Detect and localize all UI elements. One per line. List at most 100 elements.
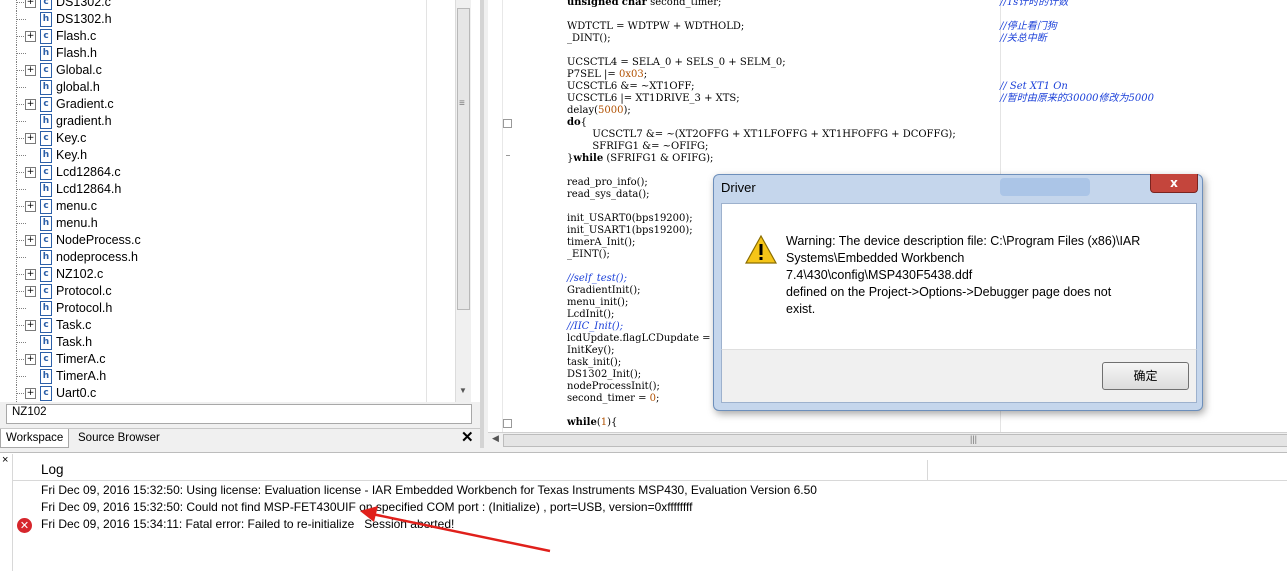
log-entry[interactable]: Fri Dec 09, 2016 15:32:50: Could not fin… (41, 500, 692, 514)
tree-item-label: NodeProcess.c (56, 233, 141, 247)
tree-item-label: menu.c (56, 199, 97, 213)
tree-item-label: TimerA.c (56, 352, 106, 366)
code-line: UCSCTL7 &= ~(XT2OFFG + XT1LFOFFG + XT1HF… (567, 129, 956, 140)
tree-scroll-thumb[interactable] (457, 8, 470, 310)
configuration-box[interactable] (6, 404, 472, 424)
c-file-icon: c (40, 352, 52, 367)
expand-plus-icon[interactable]: + (25, 0, 36, 8)
tree-item[interactable]: + c menu.c (0, 198, 455, 215)
tree-item[interactable]: + c Flash.c (0, 28, 455, 45)
code-comment: //停止看门狗 (1000, 21, 1057, 32)
tree-item[interactable]: h DS1302.h (0, 11, 455, 28)
tree-item[interactable]: + c NodeProcess.c (0, 232, 455, 249)
tree-item[interactable]: + c Lcd12864.c (0, 164, 455, 181)
expand-plus-icon[interactable]: + (25, 320, 36, 331)
code-line: while(1){ (567, 417, 618, 428)
tree-item[interactable]: h Lcd12864.h (0, 181, 455, 198)
tree-item-label: DS1302.h (56, 12, 112, 26)
c-file-icon: c (40, 267, 52, 282)
tree-item[interactable]: + c Gradient.c (0, 96, 455, 113)
expand-plus-icon[interactable]: + (25, 133, 36, 144)
pane-splitter[interactable] (480, 0, 484, 448)
tree-item[interactable]: h Protocol.h (0, 300, 455, 317)
editor-gutter (488, 0, 503, 432)
error-icon: ✕ (17, 518, 32, 533)
code-line: lcdUpdate.flagLCDupdate = (567, 333, 711, 344)
fold-marker-icon[interactable] (503, 119, 512, 128)
log-header[interactable] (13, 460, 1287, 481)
close-icon[interactable]: ✕ (461, 428, 474, 446)
fold-marker-icon[interactable] (503, 419, 512, 428)
tab-source-browser[interactable]: Source Browser (73, 429, 165, 447)
tree-item[interactable]: h Key.h (0, 147, 455, 164)
expand-plus-icon[interactable]: + (25, 235, 36, 246)
tree-item-label: menu.h (56, 216, 98, 230)
tab-workspace[interactable]: Workspace (0, 429, 70, 448)
log-column-separator[interactable] (927, 460, 928, 480)
expand-plus-icon[interactable]: + (25, 201, 36, 212)
scroll-grip-icon: ≡ (459, 98, 465, 109)
code-line: _DINT(); (567, 33, 611, 44)
tree-item[interactable]: + c Task.c (0, 317, 455, 334)
tree-item[interactable]: + c DS1302.c (0, 0, 455, 11)
tree-item[interactable]: + c TimerA.c (0, 351, 455, 368)
workspace-tab-bar (0, 428, 480, 449)
c-file-icon: c (40, 131, 52, 146)
tree-item[interactable]: + c Key.c (0, 130, 455, 147)
tree-item-label: TimerA.h (56, 369, 107, 383)
dialog-message-line: 7.4\430\config\MSP430F5438.ddf (786, 268, 973, 282)
expand-plus-icon[interactable]: + (25, 167, 36, 178)
fold-end-mark (506, 155, 510, 156)
code-comment: // Set XT1 On (1000, 81, 1068, 92)
tree-item-label: Protocol.h (56, 301, 113, 315)
log-entry[interactable]: Fri Dec 09, 2016 15:34:11: Fatal error: … (41, 517, 454, 531)
ok-button[interactable]: 确定 (1102, 362, 1189, 390)
log-left-bar (0, 454, 13, 571)
tree-item[interactable]: h gradient.h (0, 113, 455, 130)
tree-item[interactable]: h global.h (0, 79, 455, 96)
tree-item[interactable]: h Task.h (0, 334, 455, 351)
h-file-icon: h (40, 182, 52, 197)
workspace-file-tree: + c DS1302.c h DS1302.h + c Flash.c h Flash.h + c Gl… (0, 0, 481, 402)
c-file-icon: c (40, 0, 52, 10)
code-comment: //关总中断 (1000, 33, 1047, 44)
log-entry[interactable]: Fri Dec 09, 2016 15:32:50: Using license… (41, 483, 817, 497)
tree-item[interactable]: h menu.h (0, 215, 455, 232)
code-line: //self_test(); (567, 273, 627, 284)
tree-item[interactable]: + c Uart0.c (0, 385, 455, 402)
code-line: unsigned char second_timer; (567, 0, 722, 8)
code-line: UCSCTL4 = SELA_0 + SELS_0 + SELM_0; (567, 57, 786, 68)
scroll-grip-icon: ||| (970, 434, 978, 444)
dialog-message-line: Warning: The device description file: C:… (786, 234, 1141, 248)
tree-item-label: Task.h (56, 335, 93, 349)
code-comment: //暂时由原来的30000修改为5000 (1000, 93, 1154, 104)
expand-plus-icon[interactable]: + (25, 286, 36, 297)
scroll-left-arrow-icon[interactable]: ◀ (492, 433, 499, 444)
expand-plus-icon[interactable]: + (25, 65, 36, 76)
code-line: second_timer = 0; (567, 393, 660, 404)
editor-scroll-thumb[interactable] (503, 434, 1287, 447)
tree-item-label: DS1302.c (56, 0, 111, 9)
tree-item-label: NZ102.c (56, 267, 104, 281)
close-icon[interactable]: × (2, 454, 8, 466)
expand-plus-icon[interactable]: + (25, 269, 36, 280)
tree-item[interactable]: + c Protocol.c (0, 283, 455, 300)
expand-plus-icon[interactable]: + (25, 31, 36, 42)
tree-item[interactable]: h Flash.h (0, 45, 455, 62)
code-line: UCSCTL6 &= ~XT1OFF; (567, 81, 695, 92)
tree-item[interactable]: h TimerA.h (0, 368, 455, 385)
expand-plus-icon[interactable]: + (25, 99, 36, 110)
blurred-title-area (1000, 178, 1090, 196)
tree-item[interactable]: + c NZ102.c (0, 266, 455, 283)
tree-item[interactable]: h nodeprocess.h (0, 249, 455, 266)
expand-plus-icon[interactable]: + (25, 388, 36, 399)
tree-line (16, 155, 26, 156)
code-comment: //1s计时的计数 (1000, 0, 1069, 8)
expand-plus-icon[interactable]: + (25, 354, 36, 365)
dialog-close-button[interactable]: x (1150, 174, 1198, 193)
h-file-icon: h (40, 148, 52, 163)
tree-item[interactable]: + c Global.c (0, 62, 455, 79)
h-file-icon: h (40, 250, 52, 265)
tree-line (16, 308, 26, 309)
scroll-down-arrow-icon[interactable]: ▼ (459, 386, 467, 395)
